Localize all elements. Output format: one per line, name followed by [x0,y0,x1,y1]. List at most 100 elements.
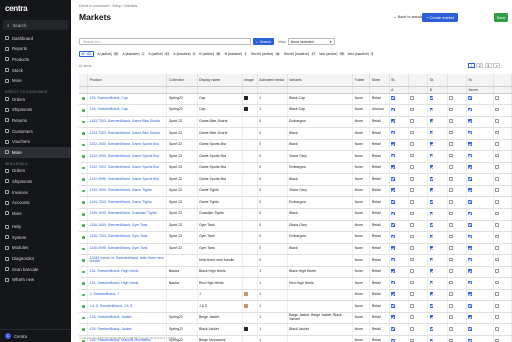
sidebar-item-wholesale-shipments[interactable]: Shipments [0,176,71,187]
market-checkbox[interactable] [429,234,434,239]
market-checkbox[interactable] [468,223,472,227]
table-row[interactable]: J, SwedenBrand, J J 1 None Retail [79,289,512,302]
product-link[interactable]: 1102,1900, SwedenBrand, Game Sports Bra [87,139,168,152]
product-link[interactable]: 1102,0995, SwedenBrand, Game Sports Bra [87,173,168,186]
market-checkbox[interactable] [391,96,395,100]
market-checkbox[interactable] [495,292,499,296]
sidebar-item-system-scan-barcode[interactable]: Scan barcode [0,264,71,275]
product-link[interactable]: 1104,1900, SwedenBrand, Game Tights [87,185,168,198]
market-checkbox[interactable] [429,153,434,158]
market-checkbox[interactable] [410,327,414,331]
market-checkbox[interactable] [391,315,395,320]
market-checkbox[interactable] [410,188,414,193]
filter-tab[interactable]: Secret (active) 44 [251,52,281,56]
market-checkbox[interactable] [391,292,395,296]
market-checkbox[interactable] [468,234,472,239]
market-checkbox[interactable] [391,257,395,262]
market-checkbox[interactable] [449,211,453,216]
market-checkbox[interactable] [449,165,453,169]
sidebar-item-dtc-more[interactable]: More [0,146,71,158]
product-link[interactable]: 126, SwedenBrand, Cap [87,104,168,117]
market-checkbox[interactable] [391,338,395,342]
sidebar-item-wholesale-more[interactable]: More [0,208,71,219]
market-checkbox[interactable] [410,142,414,146]
market-checkbox[interactable] [449,119,453,123]
product-link[interactable]: 12345 (never in: SwedenBrand, hello ther… [87,254,168,267]
market-checkbox[interactable] [449,176,453,181]
market-checkbox[interactable] [429,327,434,331]
sidebar-item-wholesale-invoices[interactable]: Invoices [0,187,71,198]
market-checkbox[interactable] [495,107,499,112]
table-row[interactable]: 12345 (never in: SwedenBrand, hello ther… [79,254,512,267]
table-row[interactable]: 126, SwedenBrand, Cap Spring22 Cap 1 Black C… [79,104,512,117]
market-checkbox[interactable] [429,211,434,216]
product-link[interactable]: 1102,7303, SwedenBrand, Game Sports Bra [87,162,168,175]
column-header[interactable]: Variants [287,74,354,87]
market-checkbox[interactable] [495,257,499,262]
market-checkbox[interactable] [495,280,499,285]
table-row[interactable]: 1104,7303, SwedenBrand, Game Tights Sport… [79,196,512,209]
market-checkbox[interactable] [410,280,414,285]
market-checkbox[interactable] [429,269,434,273]
market-checkbox[interactable] [391,176,395,181]
filter-tab[interactable]: test (inactive) 3 [348,52,375,56]
market-checkbox[interactable] [495,119,499,123]
market-checkbox[interactable] [449,292,453,296]
column-header[interactable]: Folder [352,74,371,87]
market-checkbox[interactable] [468,292,472,296]
market-checkbox[interactable] [391,303,395,308]
market-checkbox[interactable] [495,96,499,100]
filter-tab[interactable]: A (active) 61 [148,52,170,56]
filter-tab[interactable]: A (active) 60 [97,52,119,56]
product-link[interactable]: 1105,1000, SwedenBrand, Guardian Tights [87,208,168,221]
market-checkbox[interactable] [468,119,472,123]
column-header[interactable]: St. [427,74,448,87]
product-link[interactable]: 125, SwedenBrand, Jacket [87,312,168,325]
market-checkbox[interactable] [391,223,395,227]
market-checkbox[interactable] [429,257,434,262]
save-button[interactable]: Save [494,13,508,22]
sidebar-item-main-reports[interactable]: Reports [0,44,71,55]
product-link[interactable]: 1103,7303, SwedenBrand, Game Bike Shorts [87,116,168,129]
product-link[interactable]: 125, SwedenBrand, Jacket [87,323,168,336]
sidebar-search[interactable]: ⌕ Search [3,20,68,30]
market-checkbox[interactable] [429,96,434,100]
market-checkbox[interactable] [429,107,434,112]
market-checkbox[interactable] [495,188,499,193]
search-input[interactable]: Search for... [79,37,251,46]
page-button[interactable]: 1 [468,63,475,68]
market-checkbox[interactable] [410,130,414,135]
market-checkbox[interactable] [468,338,472,342]
market-checkbox[interactable] [429,188,434,193]
market-checkbox[interactable] [410,176,414,181]
market-checkbox[interactable] [468,176,472,181]
sidebar-item-main-products[interactable]: Products [0,54,71,65]
filter-tab[interactable]: A (inactive) 1 [122,52,145,56]
market-checkbox[interactable] [449,153,453,158]
product-link[interactable]: 125, SwedenBrand, Cap [87,93,168,106]
market-checkbox[interactable] [391,130,395,135]
filter-tab[interactable]: Secret (inactive) 17 [284,52,317,56]
market-checkbox[interactable] [495,327,499,331]
sidebar-item-wholesale-orders[interactable]: Orders [0,166,71,177]
market-checkbox[interactable] [495,165,499,169]
market-checkbox[interactable] [449,223,453,227]
market-checkbox[interactable] [391,107,395,112]
market-checkbox[interactable] [468,303,472,308]
sidebar-item-dtc-returns[interactable]: Returns [0,115,71,126]
market-checkbox[interactable] [468,327,472,331]
market-checkbox[interactable] [391,280,395,285]
market-checkbox[interactable] [391,165,395,169]
sidebar-item-main-stock[interactable]: Stock [0,65,71,76]
product-link[interactable]: 1106,7303, SwedenBrand, Gym Tank [87,231,168,244]
market-checkbox[interactable] [449,338,453,342]
product-link[interactable]: 134, SwedenBrand, High Heels [87,277,168,290]
market-checkbox[interactable] [468,315,472,320]
market-checkbox[interactable] [495,142,499,146]
product-link[interactable]: 134, SwedenBrand, High Heels [87,266,168,279]
product-link[interactable]: J, SwedenBrand, J [87,289,168,302]
market-checkbox[interactable] [410,338,414,342]
market-checkbox[interactable] [429,315,434,320]
table-row[interactable]: 134, SwedenBrand, High Heels Basics Red Hi… [79,277,512,290]
market-checkbox[interactable] [495,223,499,227]
